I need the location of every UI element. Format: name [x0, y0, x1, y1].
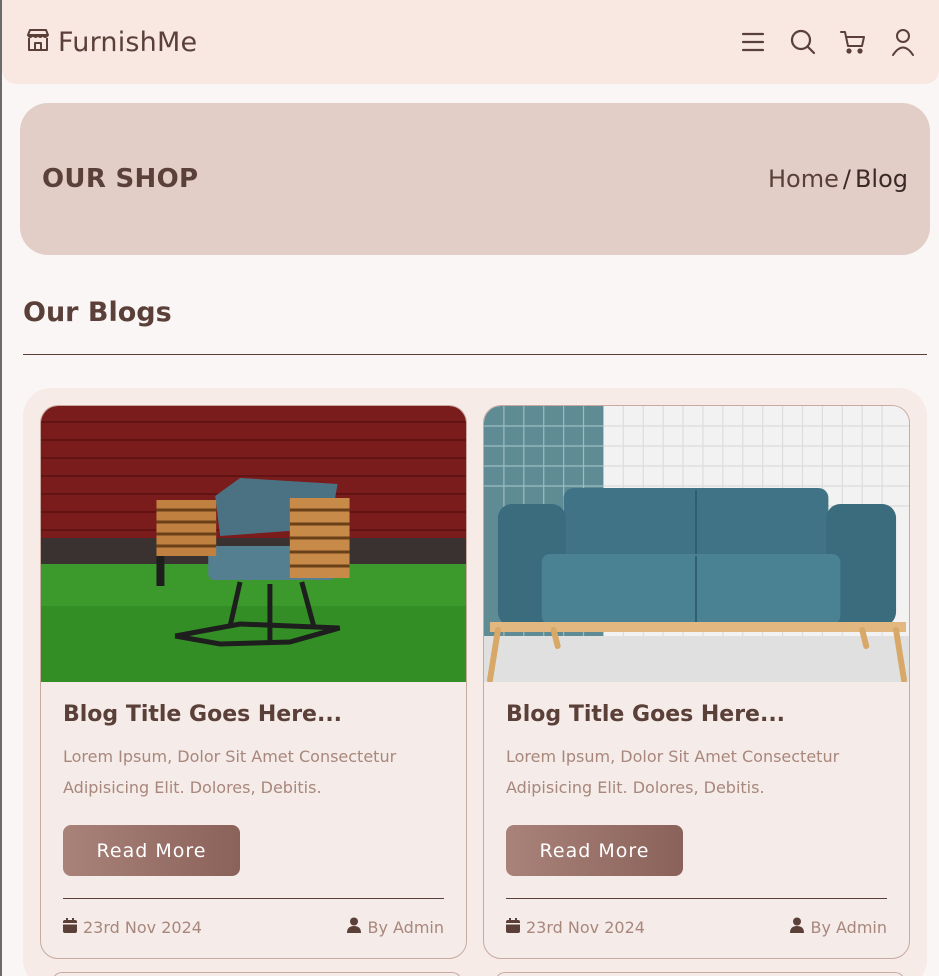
post-date-text: 23rd Nov 2024: [83, 917, 202, 937]
brand-logo[interactable]: FurnishMe: [24, 26, 197, 58]
read-more-button[interactable]: Read More: [506, 825, 683, 876]
blog-card: Blog Title Goes Here... Lorem Ipsum, Dol…: [40, 405, 467, 959]
card-meta: 23rd Nov 2024 By Admin: [63, 917, 444, 937]
storefront-icon: [24, 26, 52, 58]
user-icon[interactable]: [889, 28, 917, 56]
cart-icon[interactable]: [839, 28, 867, 56]
post-author-text[interactable]: By Admin: [810, 918, 887, 937]
card-excerpt: Lorem Ipsum, Dolor Sit Amet Consectetur …: [506, 747, 840, 797]
menu-icon[interactable]: [739, 28, 767, 56]
read-more-button[interactable]: Read More: [63, 825, 240, 876]
page-title: OUR SHOP: [42, 164, 199, 194]
card-divider: [506, 898, 887, 899]
person-icon: [790, 917, 805, 937]
post-author: By Admin: [790, 917, 887, 937]
calendar-icon: [63, 917, 77, 937]
section-divider: [23, 354, 927, 355]
card-title[interactable]: Blog Title Goes Here...: [63, 702, 444, 727]
site-header: FurnishMe: [2, 0, 939, 84]
post-author-text[interactable]: By Admin: [367, 918, 444, 937]
post-date: 23rd Nov 2024: [506, 917, 645, 937]
card-divider: [63, 898, 444, 899]
post-date-text: 23rd Nov 2024: [526, 917, 645, 937]
armchair-on-grass-photo[interactable]: [41, 406, 466, 682]
breadcrumb-home-link[interactable]: Home: [768, 165, 839, 193]
person-icon: [347, 917, 362, 937]
breadcrumb-separator: /: [842, 165, 851, 193]
post-date: 23rd Nov 2024: [63, 917, 202, 937]
blog-card: Blog Title Goes Here... Lorem Ipsum, Dol…: [483, 405, 910, 959]
next-blog-card-peek: [52, 972, 462, 976]
card-meta: 23rd Nov 2024 By Admin: [506, 917, 887, 937]
header-nav: [739, 28, 917, 56]
left-border: [0, 0, 2, 976]
breadcrumb-current: Blog: [854, 165, 908, 193]
next-blog-card-peek: [495, 972, 905, 976]
brand-name: FurnishMe: [58, 26, 198, 58]
search-icon[interactable]: [789, 28, 817, 56]
page-banner: OUR SHOP Home / Blog: [20, 103, 930, 255]
card-excerpt: Lorem Ipsum, Dolor Sit Amet Consectetur …: [63, 747, 397, 797]
section-title: Our Blogs: [23, 297, 172, 328]
post-author: By Admin: [347, 917, 444, 937]
blue-sofa-photo[interactable]: [484, 406, 909, 682]
breadcrumb: Home / Blog: [768, 165, 908, 193]
card-title[interactable]: Blog Title Goes Here...: [506, 702, 887, 727]
calendar-icon: [506, 917, 520, 937]
